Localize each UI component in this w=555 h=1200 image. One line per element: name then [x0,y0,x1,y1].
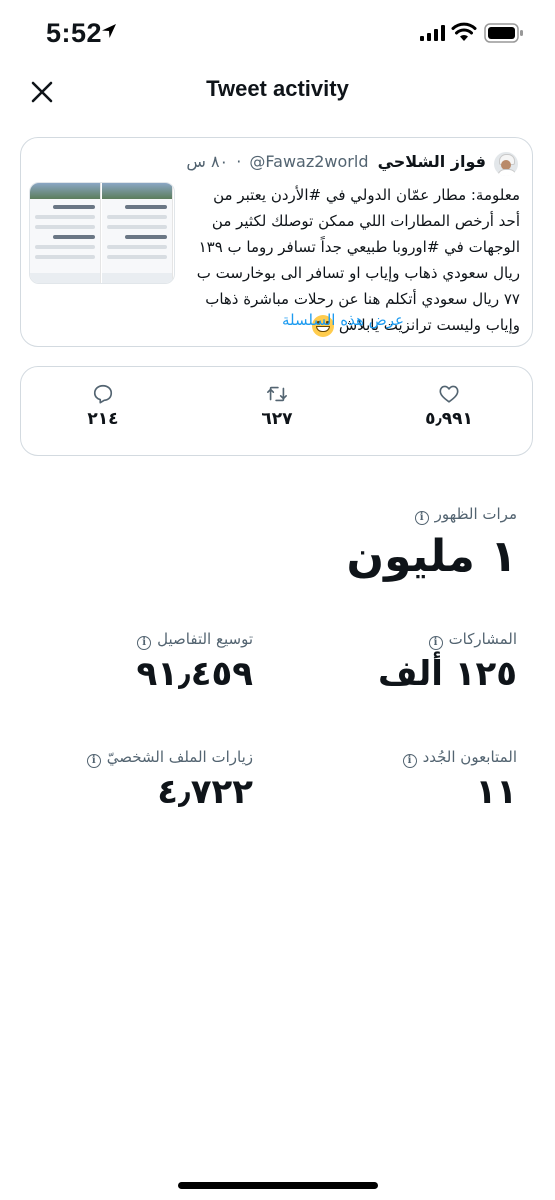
engagements-label: المشاركات [448,630,517,648]
profile-visits-value: ٤٫٧٢٢ [157,772,253,812]
heart-icon [439,385,459,403]
like-count: ٥٫٩٩١ [425,409,473,429]
like-stat[interactable]: ٥٫٩٩١ [409,383,489,429]
tweet-time: ٨٠ س [186,152,229,171]
info-icon[interactable]: i [137,636,152,650]
detail-expands-metric: توسيع التفاصيل i ٩١٫٤٥٩ [137,630,253,694]
info-icon[interactable]: i [86,754,101,768]
tweet-card[interactable]: فواز الشلاحي @Fawaz2world · ٨٠ س معلومة:… [20,137,533,347]
author-name[interactable]: فواز الشلاحي [378,152,486,171]
location-arrow-icon [102,24,116,38]
impressions-label: مرات الظهور [434,505,517,523]
avatar[interactable] [494,152,518,176]
separator-dot: · [236,152,242,171]
reply-stat[interactable]: ٢١٤ [63,383,143,429]
detail-expands-value: ٩١٫٤٥٩ [136,654,253,694]
battery-icon [484,23,523,43]
info-icon[interactable]: i [402,754,417,768]
wifi-icon [451,22,477,41]
info-icon[interactable]: i [428,636,443,650]
new-followers-metric: المتابعون الجُدد i ١١ [402,748,517,812]
info-icon[interactable]: i [414,511,429,525]
impressions-metric: مرات الظهور i ١ مليون [347,505,517,582]
home-indicator[interactable] [178,1182,378,1189]
profile-visits-metric: زيارات الملف الشخصيّ i ٤٫٧٢٢ [86,748,253,812]
engagements-label-row: المشاركات i [378,630,517,650]
detail-expands-label-row: توسيع التفاصيل i [137,630,253,650]
media-screenshot-1 [30,183,101,283]
media-screenshot-2 [102,183,173,283]
tweet-header: فواز الشلاحي @Fawaz2world · ٨٠ س [186,152,486,171]
profile-visits-label: زيارات الملف الشخصيّ [106,748,253,766]
new-followers-value: ١١ [475,772,517,812]
impressions-value: ١ مليون [346,531,517,582]
page-title: Tweet activity [206,76,349,101]
cellular-signal-icon [420,25,445,41]
nav-bar: Tweet activity [0,66,555,116]
engagement-card: ٢١٤ ٦٢٧ ٥٫٩٩١ [20,366,533,456]
engagements-value: ١٢٥ ألف [377,654,517,694]
show-thread-link[interactable]: عرض هذه السلسلة [282,311,404,329]
status-bar: 5:52 [0,0,555,66]
author-handle: @Fawaz2world [249,152,369,171]
reply-icon [93,384,113,404]
detail-expands-label: توسيع التفاصيل [157,630,253,648]
tweet-media-thumbnail[interactable] [29,182,175,284]
impressions-label-row: مرات الظهور i [347,505,517,525]
profile-visits-label-row: زيارات الملف الشخصيّ i [86,748,253,768]
new-followers-label-row: المتابعون الجُدد i [402,748,517,768]
retweet-stat[interactable]: ٦٢٧ [237,383,317,429]
reply-count: ٢١٤ [87,409,119,429]
engagements-metric: المشاركات i ١٢٥ ألف [378,630,517,694]
status-time: 5:52 [46,18,103,48]
retweet-icon [267,386,287,402]
retweet-count: ٦٢٧ [261,409,293,429]
new-followers-label: المتابعون الجُدد [422,748,517,766]
